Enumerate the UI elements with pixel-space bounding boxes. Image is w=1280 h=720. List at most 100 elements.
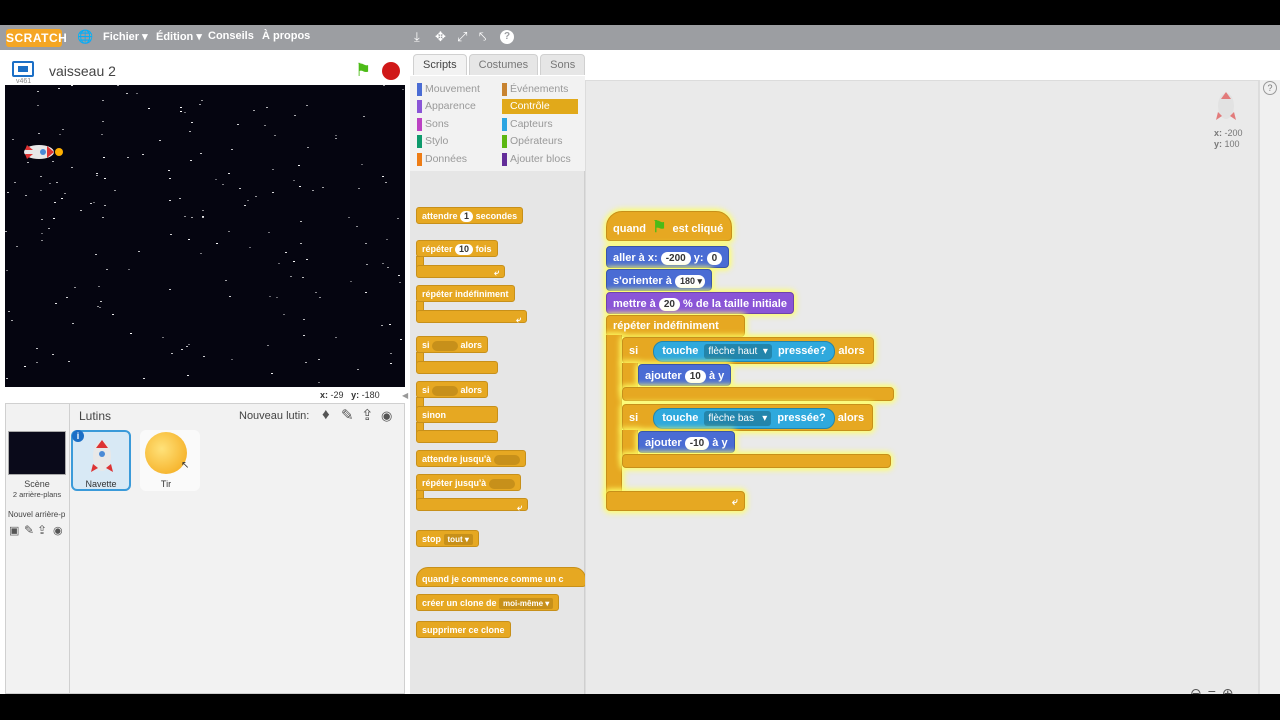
category-more-blocks[interactable]: Ajouter blocs [502,152,578,167]
palette-forever-block[interactable]: répéter indéfiniment [416,285,515,302]
if-up-block[interactable]: si touche flèche haut ▾ pressée? alors [622,337,874,364]
point-direction-input[interactable]: 180 ▾ [674,275,705,288]
category-sensing[interactable]: Capteurs [502,117,578,132]
rocket-sprite[interactable] [21,141,65,163]
star [249,247,251,248]
delete-icon[interactable]: ✥ [435,30,446,44]
change-y-down-block[interactable]: ajouter -10 à y [638,431,735,453]
backdrop-library-icon[interactable]: ▣ [9,524,19,537]
presentation-mode-icon[interactable] [12,61,34,77]
scene-label: Scène [24,479,50,489]
when-flag-clicked-hat[interactable]: quand ⚑ est cliqué [606,211,733,241]
goto-y-label: y: [693,252,704,264]
point-label: s'orienter à [613,275,672,287]
sprite-upload-icon[interactable]: ⇪ [361,406,374,424]
stop-icon[interactable] [382,62,400,80]
key-down-dropdown[interactable]: flèche bas ▾ [704,411,772,426]
menu-file[interactable]: Fichier ▾ [103,30,148,43]
sprite-camera-icon[interactable]: ◉ [381,408,392,424]
goto-y-input[interactable]: 0 [706,252,723,265]
sprite-card-tir[interactable]: Tir [140,430,200,491]
palette-if-block[interactable]: si alors [416,336,489,353]
sprite-card-navette[interactable]: i Navette [71,430,131,491]
category-motion-label: Mouvement [425,83,480,95]
palette-if-else-condition-slot[interactable] [432,385,459,396]
change-y-up-input[interactable]: 10 [684,370,706,383]
goto-x-input[interactable]: -200 [660,252,691,265]
grow-icon[interactable]: ⤢ [457,30,467,44]
menu-about[interactable]: À propos [262,30,310,42]
goto-xy-block[interactable]: aller à x: -200 y: 0 [606,246,730,268]
key-pressed-down-sensor[interactable]: touche flèche bas ▾ pressée? [653,408,835,429]
key-pressed-up-sensor[interactable]: touche flèche haut ▾ pressée? [653,341,836,362]
forever-block[interactable]: répéter indéfiniment [606,315,745,337]
if-down-block[interactable]: si touche flèche bas ▾ pressée? alors [622,404,874,431]
palette-create-clone-dropdown[interactable]: moi-même ▾ [499,598,554,609]
star [40,176,42,177]
info-icon[interactable]: i [72,430,84,442]
palette-stop-block[interactable]: stop tout ▾ [416,530,479,547]
duplicate-icon[interactable]: ⤓ [414,30,420,44]
category-looks[interactable]: Apparence [417,99,495,114]
category-sound[interactable]: Sons [417,117,495,132]
zoom-out-icon[interactable]: ⊖ [1190,685,1208,694]
category-data[interactable]: Données [417,152,495,167]
scripts-scrollbar[interactable] [1259,80,1280,694]
palette-delete-clone-block[interactable]: supprimer ce clone [416,621,511,638]
category-events[interactable]: Événements [502,82,578,97]
change-y-up-block[interactable]: ajouter 10 à y [638,364,732,386]
palette-if-else-block[interactable]: si alors [416,381,489,398]
backdrop-upload-icon[interactable]: ⇪ [37,523,47,537]
palette-wait-until-block[interactable]: attendre jusqu'à [416,450,526,467]
palette-if-condition-slot[interactable] [432,340,459,351]
menu-tips[interactable]: Conseils [208,30,254,42]
category-pen[interactable]: Stylo [417,134,495,149]
category-operators[interactable]: Opérateurs [502,134,578,149]
backdrop-camera-icon[interactable]: ◉ [53,524,63,537]
category-control[interactable]: Contrôle [502,99,578,114]
star [276,297,278,298]
star [247,200,249,201]
sprite-library-icon[interactable]: ♦ [322,406,330,423]
palette-wait-until-slot[interactable] [493,454,520,465]
sprite-paint-icon[interactable]: ✎ [341,406,354,424]
palette-clone-start-block[interactable]: quand je commence comme un c [416,567,586,587]
stage-thumbnail[interactable] [8,431,66,475]
zoom-reset-icon[interactable]: = [1208,685,1222,694]
set-size-block[interactable]: mettre à 20 % de la taille initiale [606,292,794,314]
category-motion[interactable]: Mouvement [417,82,495,97]
palette-wait-input[interactable]: 1 [460,211,474,222]
palette-repeat-until-block[interactable]: répéter jusqu'à [416,474,521,491]
set-size-input[interactable]: 20 [658,298,680,311]
star [162,337,164,338]
language-globe-icon[interactable]: 🌐 [77,30,93,44]
tab-sounds[interactable]: Sons [540,54,586,75]
collapse-arrow-icon[interactable]: ◀ [402,391,408,400]
menu-edit[interactable]: Édition ▾ [156,30,202,43]
tab-scripts[interactable]: Scripts [413,54,467,75]
category-pen-label: Stylo [425,135,449,147]
star [169,289,171,290]
change-y-down-input[interactable]: -10 [684,437,710,450]
star [274,135,276,136]
palette-wait-block[interactable]: attendre 1 secondes [416,207,524,224]
scratch-logo[interactable]: SCRATCH [6,29,67,47]
palette-create-clone-block[interactable]: créer un clone de moi-même ▾ [416,594,560,611]
palette-repeat-until-slot[interactable] [488,478,515,489]
help-icon[interactable]: ? [500,30,514,44]
green-flag-icon[interactable]: ⚑ [355,60,371,81]
menu-bar: SCRATCH 🌐 Fichier ▾ Édition ▾ Conseils À… [0,25,1280,50]
palette-repeat-block[interactable]: répéter 10 fois [416,240,498,257]
key-up-dropdown[interactable]: flèche haut ▾ [704,344,772,359]
palette-stop-dropdown[interactable]: tout ▾ [443,534,473,545]
tab-costumes[interactable]: Costumes [468,54,539,75]
shrink-icon[interactable]: ⤣ [479,30,486,44]
palette-repeat-input[interactable]: 10 [455,244,474,255]
help-panel-icon[interactable]: ? [1263,81,1277,95]
if-up-mouth [622,363,638,389]
zoom-in-icon[interactable]: ⊕ [1222,685,1240,694]
point-direction-block[interactable]: s'orienter à 180 ▾ [606,269,712,291]
scripts-area[interactable]: x: -200 y: 100 quand ⚑ est cliqué aller … [585,80,1259,694]
stage-canvas[interactable] [5,85,405,387]
backdrop-paint-icon[interactable]: ✎ [24,523,34,537]
